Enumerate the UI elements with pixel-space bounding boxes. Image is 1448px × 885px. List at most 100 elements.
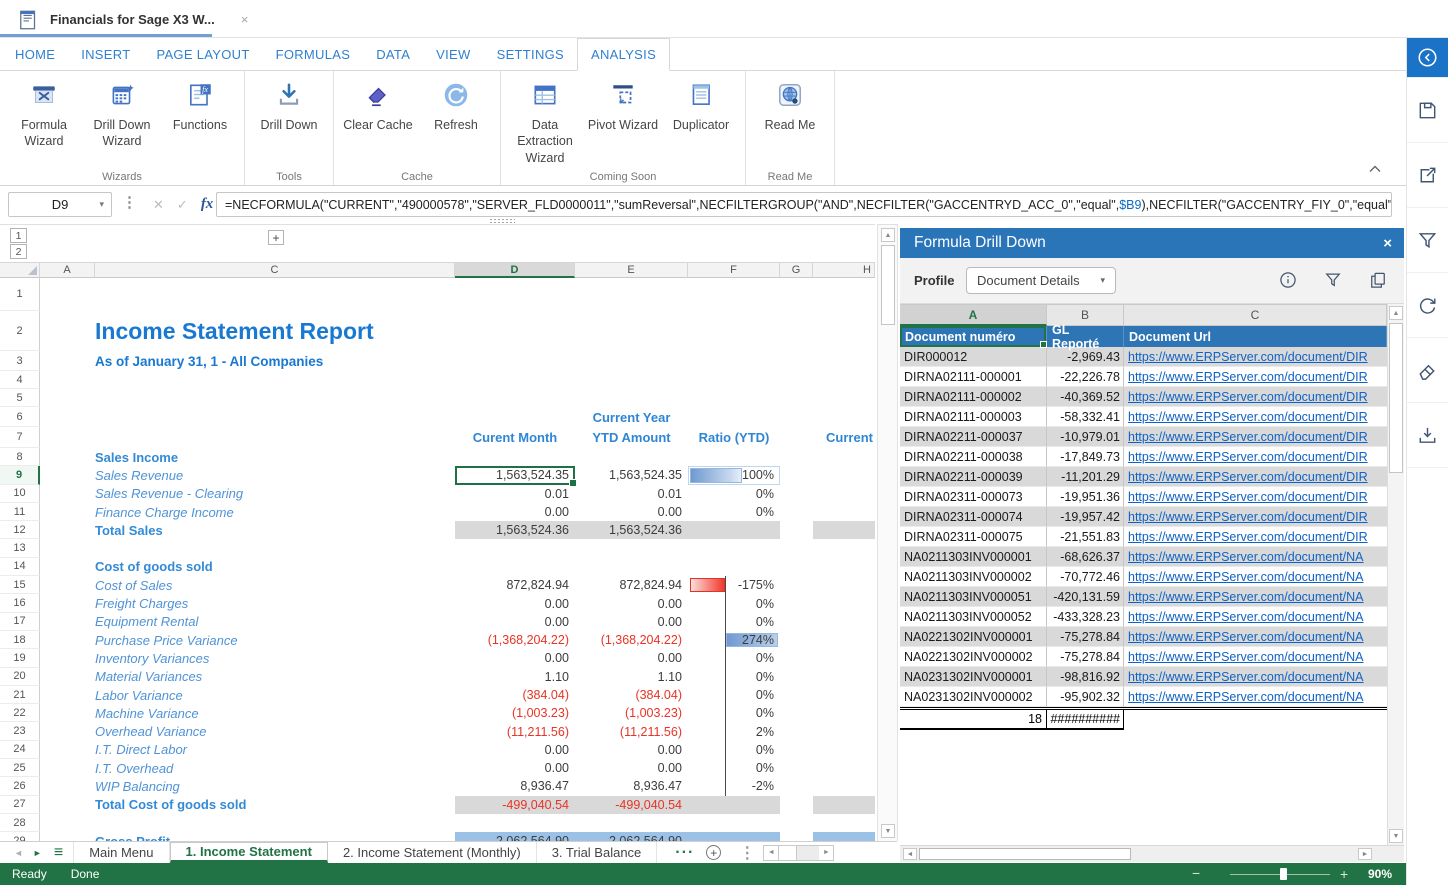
- scrollbar-thumb[interactable]: [778, 846, 797, 860]
- cell-d22[interactable]: (1,003.23): [455, 704, 575, 722]
- info-icon[interactable]: [1278, 270, 1298, 290]
- ribbon-button-clear-cache[interactable]: Clear Cache: [339, 76, 417, 133]
- document-url-link[interactable]: https://www.ERPServer.com/document/DIR: [1128, 470, 1368, 484]
- cell-d1[interactable]: [455, 278, 575, 311]
- cell-d3[interactable]: [455, 351, 575, 371]
- cell-g21[interactable]: [780, 686, 813, 704]
- cell-f21[interactable]: 0%: [688, 686, 780, 704]
- ribbon-button-read-me[interactable]: Read Me: [751, 76, 829, 133]
- cell-h23[interactable]: [813, 722, 875, 740]
- document-url-cell[interactable]: https://www.ERPServer.com/document/NA: [1124, 627, 1387, 647]
- cell-f26[interactable]: -2%: [688, 777, 780, 795]
- cell-g2[interactable]: [780, 311, 813, 351]
- eraser-icon[interactable]: [1407, 338, 1448, 403]
- cell-d20[interactable]: 1.10: [455, 668, 575, 686]
- cell-f22[interactable]: 0%: [688, 704, 780, 722]
- document-number-cell[interactable]: DIRNA02111-000001: [900, 367, 1047, 387]
- gl-amount-cell[interactable]: -17,849.73: [1047, 447, 1124, 467]
- more-sheets-icon[interactable]: ···: [675, 844, 694, 862]
- document-url-cell[interactable]: https://www.ERPServer.com/document/NA: [1124, 687, 1387, 707]
- cell-g17[interactable]: [780, 613, 813, 631]
- cell-f14[interactable]: [688, 558, 780, 576]
- document-url-link[interactable]: https://www.ERPServer.com/document/NA: [1128, 590, 1364, 604]
- outline-level-2-button[interactable]: 2: [10, 244, 27, 259]
- row-label[interactable]: Inventory Variances: [40, 649, 455, 667]
- row-header-3[interactable]: 3: [0, 351, 40, 371]
- row-header-25[interactable]: 25: [0, 759, 40, 777]
- sheet-tab-2-income-statement-monthly[interactable]: 2. Income Statement (Monthly): [328, 842, 537, 863]
- document-url-link[interactable]: https://www.ERPServer.com/document/DIR: [1128, 350, 1368, 364]
- row-header-24[interactable]: 24: [0, 741, 40, 759]
- cell-f29[interactable]: [688, 832, 780, 841]
- row-label[interactable]: I.T. Overhead: [40, 759, 455, 777]
- profile-dropdown[interactable]: Document Details ▾: [966, 267, 1116, 294]
- cell-h2[interactable]: [813, 311, 875, 351]
- ribbon-button-functions[interactable]: fxFunctions: [161, 76, 239, 133]
- share-icon[interactable]: [1407, 143, 1448, 208]
- cell-d26[interactable]: 8,936.47: [455, 777, 575, 795]
- cell-e4[interactable]: [575, 371, 688, 389]
- cell-f25[interactable]: 0%: [688, 759, 780, 777]
- document-url-cell[interactable]: https://www.ERPServer.com/document/NA: [1124, 567, 1387, 587]
- cell-g22[interactable]: [780, 704, 813, 722]
- cell-d28[interactable]: [455, 814, 575, 832]
- row-label[interactable]: [40, 814, 455, 832]
- scroll-down-icon[interactable]: ▼: [1389, 829, 1403, 843]
- row-header-26[interactable]: 26: [0, 777, 40, 795]
- row-header-9[interactable]: 9: [0, 466, 40, 484]
- row-header-12[interactable]: 12: [0, 521, 40, 539]
- document-url-link[interactable]: https://www.ERPServer.com/document/NA: [1128, 630, 1364, 644]
- gl-amount-cell[interactable]: -21,551.83: [1047, 527, 1124, 547]
- cell-f5[interactable]: [688, 389, 780, 407]
- cell-h11[interactable]: [813, 503, 875, 521]
- row-header-16[interactable]: 16: [0, 594, 40, 612]
- row-label[interactable]: Total Cost of goods sold: [40, 796, 455, 814]
- column-header-f[interactable]: F: [688, 262, 780, 278]
- document-url-link[interactable]: https://www.ERPServer.com/document/DIR: [1128, 430, 1368, 444]
- cell-d25[interactable]: 0.00: [455, 759, 575, 777]
- cell-d13[interactable]: [455, 539, 575, 557]
- cell-f17[interactable]: 0%: [688, 613, 780, 631]
- cell-h7[interactable]: Current: [813, 427, 875, 448]
- gl-amount-cell[interactable]: -420,131.59: [1047, 587, 1124, 607]
- document-number-cell[interactable]: NA0221302INV000002: [900, 647, 1047, 667]
- enter-icon[interactable]: ✓: [177, 197, 188, 213]
- panel-horizontal-scrollbar[interactable]: ◄ ►: [900, 845, 1404, 862]
- cell-d16[interactable]: 0.00: [455, 594, 575, 612]
- row-header-13[interactable]: 13: [0, 539, 40, 557]
- row-label[interactable]: Income Statement Report: [40, 311, 455, 351]
- gl-amount-cell[interactable]: -95,902.32: [1047, 687, 1124, 707]
- header-document-numero[interactable]: Document numéro: [900, 326, 1047, 347]
- ribbon-button-data-extraction-wizard[interactable]: Data Extraction Wizard: [506, 76, 584, 166]
- cell-g15[interactable]: [780, 576, 813, 594]
- document-url-cell[interactable]: https://www.ERPServer.com/document/NA: [1124, 547, 1387, 567]
- cell-g16[interactable]: [780, 594, 813, 612]
- cell-e25[interactable]: 0.00: [575, 759, 688, 777]
- document-number-cell[interactable]: DIRNA02311-000073: [900, 487, 1047, 507]
- cell-e15[interactable]: 872,824.94: [575, 576, 688, 594]
- document-url-link[interactable]: https://www.ERPServer.com/document/NA: [1128, 650, 1364, 664]
- scrollbar-track[interactable]: [797, 846, 819, 860]
- cell-f10[interactable]: 0%: [688, 485, 780, 503]
- row-header-21[interactable]: 21: [0, 686, 40, 704]
- row-label[interactable]: As of January 31, 1 - All Companies: [40, 351, 455, 371]
- formula-bar-splitter-icon[interactable]: ⋮: [122, 195, 137, 210]
- cell-g11[interactable]: [780, 503, 813, 521]
- row-label[interactable]: [40, 539, 455, 557]
- scroll-right-icon[interactable]: ►: [1358, 848, 1372, 860]
- cell-d24[interactable]: 0.00: [455, 741, 575, 759]
- cell-d8[interactable]: [455, 448, 575, 466]
- gl-amount-cell[interactable]: -40,369.52: [1047, 387, 1124, 407]
- cell-h27[interactable]: [813, 796, 875, 814]
- cell-f11[interactable]: 0%: [688, 503, 780, 521]
- cell-d12[interactable]: 1,563,524.36: [455, 521, 575, 539]
- cell-g25[interactable]: [780, 759, 813, 777]
- scroll-right-icon[interactable]: ►: [819, 846, 833, 860]
- gl-amount-cell[interactable]: -58,332.41: [1047, 407, 1124, 427]
- column-header-e[interactable]: E: [575, 262, 688, 278]
- zoom-out-icon[interactable]: −: [1192, 865, 1200, 881]
- document-url-link[interactable]: https://www.ERPServer.com/document/DIR: [1128, 530, 1368, 544]
- document-url-link[interactable]: https://www.ERPServer.com/document/NA: [1128, 610, 1364, 624]
- cell-h4[interactable]: [813, 371, 875, 389]
- row-header-17[interactable]: 17: [0, 613, 40, 631]
